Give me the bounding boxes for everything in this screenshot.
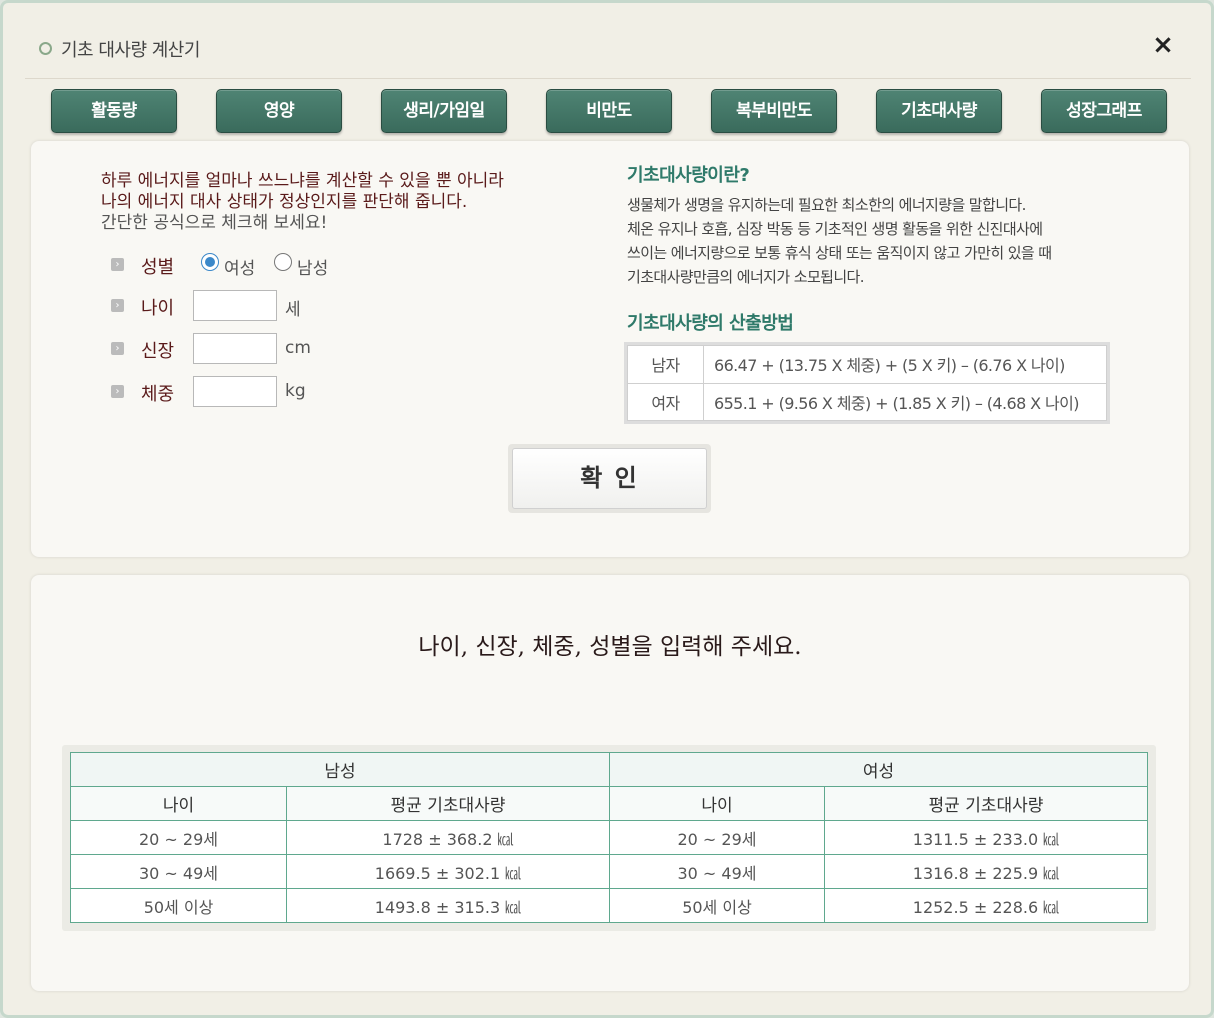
info-body-line: 기초대사량만큼의 에너지가 소모됩니다. <box>627 268 865 286</box>
col-age: 나이 <box>609 786 825 821</box>
info-heading: 기초대사량이란? <box>627 165 750 186</box>
male-header: 남성 <box>70 752 610 787</box>
formula-gender: 남자 <box>627 345 704 384</box>
tab-obesity[interactable]: 비만도 <box>546 89 672 133</box>
formula-text: 655.1 + (9.56 X 체중) + (1.85 X 키) – (4.68… <box>703 382 1107 421</box>
formula-text: 66.47 + (13.75 X 체중) + (5 X 키) – (6.76 X… <box>703 345 1107 384</box>
male-radio[interactable] <box>274 253 292 271</box>
female-age-cell: 50세 이상 <box>609 888 825 923</box>
female-radio[interactable] <box>201 253 219 271</box>
female-age-cell: 30 ~ 49세 <box>609 854 825 889</box>
tab-nutrition[interactable]: 영양 <box>216 89 342 133</box>
age-row: › 나이 세 <box>111 290 351 322</box>
arrow-bullet-icon: › <box>111 258 124 271</box>
table-subheader-row: 나이 평균 기초대사량 나이 평균 기초대사량 <box>70 786 1148 821</box>
intro-line-1: 하루 에너지를 얼마나 쓰느냐를 계산할 수 있을 뿐 아니라 <box>101 171 504 191</box>
average-table-wrap: 남성 여성 나이 평균 기초대사량 나이 평균 기초대사량 20 ~ 29세 1… <box>62 745 1156 931</box>
formula-row: 남자 66.47 + (13.75 X 체중) + (5 X 키) – (6.7… <box>627 345 1107 384</box>
info-body-line: 쓰이는 에너지량으로 보통 휴식 상태 또는 움직이지 않고 가만히 있을 때 <box>627 244 1052 262</box>
intro-line-2: 나의 에너지 대사 상태가 정상인지를 판단해 줍니다. <box>101 192 468 212</box>
table-row: 30 ~ 49세 1669.5 ± 302.1 ㎉ 30 ~ 49세 1316.… <box>70 854 1148 889</box>
weight-label: 체중 <box>141 384 175 405</box>
tab-bar: 활동량 영양 생리/가임일 비만도 복부비만도 기초대사량 성장그래프 <box>51 89 1171 135</box>
male-age-cell: 30 ~ 49세 <box>70 854 287 889</box>
tab-activity[interactable]: 활동량 <box>51 89 177 133</box>
info-body: 생물체가 생명을 유지하는데 필요한 최소한의 에너지량을 말합니다. 체온 유… <box>627 193 1107 289</box>
tab-basal-metabolism[interactable]: 기초대사량 <box>876 89 1002 133</box>
male-age-cell: 20 ~ 29세 <box>70 820 287 855</box>
table-row: 20 ~ 29세 1728 ± 368.2 ㎉ 20 ~ 29세 1311.5 … <box>70 820 1148 855</box>
age-input[interactable] <box>193 290 277 321</box>
input-panel: 하루 에너지를 얼마나 쓰느냐를 계산할 수 있을 뿐 아니라 나의 에너지 대… <box>31 141 1189 557</box>
female-label[interactable]: 여성 <box>224 254 255 279</box>
title-bar: 기초 대사량 계산기 × <box>25 23 1191 79</box>
female-age-cell: 20 ~ 29세 <box>609 820 825 855</box>
age-label: 나이 <box>141 298 175 319</box>
window-title: 기초 대사량 계산기 <box>61 40 200 61</box>
height-unit: cm <box>285 338 311 358</box>
height-row: › 신장 cm <box>111 333 351 365</box>
col-avg: 평균 기초대사량 <box>824 786 1148 821</box>
average-bmr-table: 남성 여성 나이 평균 기초대사량 나이 평균 기초대사량 20 ~ 29세 1… <box>70 752 1148 923</box>
close-button[interactable]: × <box>1149 31 1177 59</box>
gender-row: › 성별 여성 남성 <box>111 249 431 281</box>
info-body-line: 생물체가 생명을 유지하는데 필요한 최소한의 에너지량을 말합니다. <box>627 196 1026 214</box>
col-avg: 평균 기초대사량 <box>286 786 610 821</box>
age-unit: 세 <box>285 300 301 320</box>
male-avg-cell: 1728 ± 368.2 ㎉ <box>286 820 610 855</box>
formula-table: 남자 66.47 + (13.75 X 체중) + (5 X 키) – (6.7… <box>624 342 1110 424</box>
intro-text: 하루 에너지를 얼마나 쓰느냐를 계산할 수 있을 뿐 아니라 나의 에너지 대… <box>101 171 601 234</box>
calculator-window: 기초 대사량 계산기 × 활동량 영양 생리/가임일 비만도 복부비만도 기초대… <box>0 0 1214 1018</box>
intro-line-3: 간단한 공식으로 체크해 보세요! <box>101 213 328 233</box>
tab-abdominal-obesity[interactable]: 복부비만도 <box>711 89 837 133</box>
gender-label: 성별 <box>141 257 175 278</box>
table-header-row: 남성 여성 <box>70 752 1148 787</box>
formula-gender: 여자 <box>627 382 704 421</box>
result-prompt: 나이, 신장, 체중, 성별을 입력해 주세요. <box>418 634 802 660</box>
male-avg-cell: 1493.8 ± 315.3 ㎉ <box>286 888 610 923</box>
result-panel: 나이, 신장, 체중, 성별을 입력해 주세요. 남성 여성 나이 평균 기초대… <box>31 575 1189 991</box>
tab-menstruation[interactable]: 생리/가임일 <box>381 89 507 133</box>
weight-input[interactable] <box>193 376 277 407</box>
height-input[interactable] <box>193 333 277 364</box>
arrow-bullet-icon: › <box>111 342 124 355</box>
height-label: 신장 <box>141 341 175 362</box>
female-avg-cell: 1311.5 ± 233.0 ㎉ <box>824 820 1148 855</box>
method-heading: 기초대사량의 산출방법 <box>627 313 794 334</box>
arrow-bullet-icon: › <box>111 385 124 398</box>
confirm-button[interactable]: 확 인 <box>512 448 707 509</box>
female-avg-cell: 1252.5 ± 228.6 ㎉ <box>824 888 1148 923</box>
confirm-button-wrap: 확 인 <box>508 444 711 513</box>
table-row: 50세 이상 1493.8 ± 315.3 ㎉ 50세 이상 1252.5 ± … <box>70 888 1148 923</box>
male-age-cell: 50세 이상 <box>70 888 287 923</box>
weight-row: › 체중 kg <box>111 376 351 408</box>
arrow-bullet-icon: › <box>111 299 124 312</box>
male-label[interactable]: 남성 <box>297 254 328 279</box>
circle-icon <box>39 42 52 55</box>
tab-growth-chart[interactable]: 성장그래프 <box>1041 89 1167 133</box>
info-body-line: 체온 유지나 호흡, 심장 박동 등 기초적인 생명 활동을 위한 신진대사에 <box>627 220 1043 238</box>
female-avg-cell: 1316.8 ± 225.9 ㎉ <box>824 854 1148 889</box>
female-header: 여성 <box>609 752 1148 787</box>
col-age: 나이 <box>70 786 287 821</box>
weight-unit: kg <box>285 381 306 401</box>
formula-row: 여자 655.1 + (9.56 X 체중) + (1.85 X 키) – (4… <box>627 382 1107 421</box>
male-avg-cell: 1669.5 ± 302.1 ㎉ <box>286 854 610 889</box>
